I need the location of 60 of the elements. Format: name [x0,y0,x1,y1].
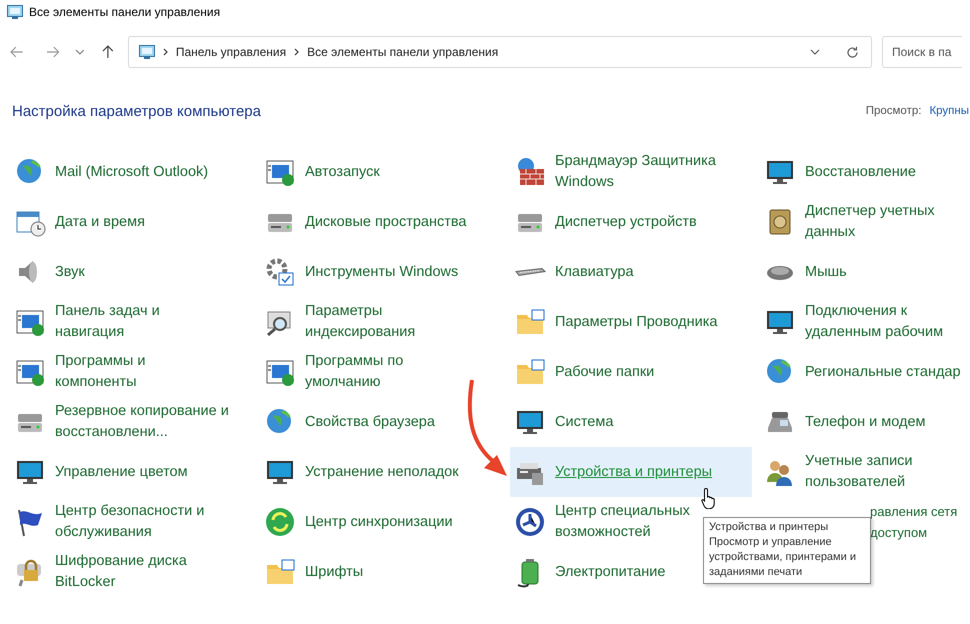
item-link[interactable]: Звук [55,262,85,282]
item-link[interactable]: Резервное копирование и восстановлени... [55,401,229,443]
item-link[interactable]: Диспетчер учетных данных [805,201,935,243]
refresh-icon[interactable] [846,46,859,58]
item-link[interactable]: Шифрование диска BitLocker [55,551,187,593]
window-title: Все элементы панели управления [29,5,220,19]
item-link[interactable]: Параметры индексирования [305,301,416,343]
item-link[interactable]: Мышь [805,262,847,282]
chevron-right-icon [294,48,300,56]
forward-icon[interactable] [46,46,60,58]
search-field[interactable]: Поиск в па [882,36,962,68]
item-link[interactable]: Рабочие папки [555,362,654,382]
item-link[interactable]: Шрифты [305,562,364,582]
item-link[interactable]: Учетные записи пользователей [805,451,913,493]
item-link[interactable]: Центр синхронизации [305,512,453,532]
item-link[interactable]: Региональные стандар [805,362,961,382]
breadcrumb[interactable]: Панель управления [176,45,286,59]
item-link[interactable]: Панель задач и навигация [55,301,160,343]
item-link[interactable]: Устранение неполадок [305,462,459,482]
item-link[interactable]: Программы по умолчанию [305,351,404,393]
chevron-down-icon[interactable] [75,49,86,55]
sync-icon [264,506,296,538]
item-link[interactable]: Программы и компоненты [55,351,146,393]
chevron-down-icon[interactable] [810,49,820,55]
item-link[interactable]: Центр безопасности и обслуживания [55,501,204,543]
dial-icon [514,506,546,538]
item-link[interactable]: Центр специальных возможностей [555,501,690,543]
page-heading: Настройка параметров компьютера [12,102,261,120]
item-link[interactable]: Подключения к удаленным рабочим [805,301,944,343]
back-icon[interactable] [10,46,24,58]
keyboard-icon [514,267,546,277]
item-link[interactable]: Клавиатура [555,262,634,282]
item-link[interactable]: Дата и время [55,212,145,232]
item-link[interactable]: Телефон и модем [805,412,926,432]
highlighted-item[interactable]: Устройства и принтеры [510,447,752,497]
item-link[interactable]: Диспетчер устройств [555,212,697,232]
item-link[interactable]: Система [555,412,614,432]
tooltip-text: Просмотр и управление устройствами, принтерами и заданиями печати [709,535,857,580]
control-panel-icon [138,45,155,59]
item-link[interactable]: Дисковые пространства [305,212,466,232]
hand-cursor-icon [701,487,717,509]
item-link[interactable]: Электропитание [555,562,666,582]
up-arrow-icon[interactable] [102,45,114,59]
address-bar[interactable]: Панель управления Все элементы панели управления [128,36,872,68]
gear-icon [264,256,296,288]
item-link[interactable]: Восстановление [805,162,916,182]
view-label: Просмотр: [866,105,922,117]
breadcrumb[interactable]: Все элементы панели управления [307,45,498,59]
item-link[interactable]: Mail (Microsoft Outlook) [55,162,208,182]
item-link[interactable]: Параметры Проводника [555,312,718,332]
item-link[interactable]: Инструменты Windows [305,262,458,282]
item-link[interactable]: Брандмауэр Защитника Windows [555,151,716,193]
view-mode-link[interactable]: Крупны [929,105,969,117]
chevron-right-icon [162,48,168,56]
item-link[interactable]: Управление цветом [55,462,188,482]
item-link[interactable]: равления сетя доступом [870,501,958,543]
item-link[interactable]: Свойства браузера [305,412,435,432]
item-link[interactable]: Автозапуск [305,162,380,182]
tooltip-title: Устройства и принтеры [709,520,830,535]
control-panel-icon [7,5,23,19]
